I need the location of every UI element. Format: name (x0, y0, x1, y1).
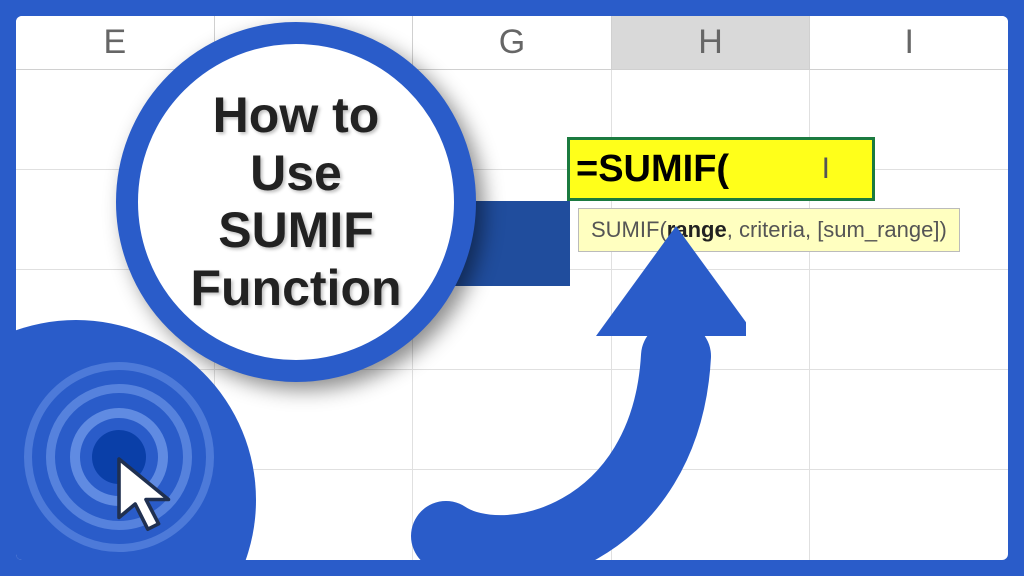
formula-text: =SUMIF( (576, 148, 729, 191)
cell[interactable] (810, 270, 1008, 370)
column-header-g[interactable]: G (413, 16, 612, 69)
tooltip-param-range[interactable]: range (667, 217, 727, 242)
function-tooltip: SUMIF(range, criteria, [sum_range]) (578, 208, 960, 252)
cell[interactable] (612, 470, 811, 560)
column-header-i[interactable]: I (810, 16, 1008, 69)
text-cursor-icon: I (822, 152, 830, 186)
cell[interactable] (612, 270, 811, 370)
tooltip-close-paren: ) (939, 217, 946, 242)
tooltip-sep: , (805, 217, 817, 242)
cell[interactable] (810, 470, 1008, 560)
tooltip-sep: , (727, 217, 739, 242)
cell[interactable] (413, 370, 612, 470)
tooltip-param-criteria[interactable]: criteria (739, 217, 805, 242)
cell[interactable] (810, 370, 1008, 470)
column-header-row: E F G H I (16, 16, 1008, 70)
tooltip-open-paren: ( (659, 217, 666, 242)
cursor-arrow-icon (101, 450, 191, 540)
tooltip-function-name[interactable]: SUMIF (591, 217, 659, 242)
cell[interactable] (413, 470, 612, 560)
title-line-2: SUMIF (218, 202, 374, 258)
cell[interactable] (612, 370, 811, 470)
tooltip-param-sum-range[interactable]: [sum_range] (817, 217, 939, 242)
formula-edit-cell[interactable]: =SUMIF( I (567, 137, 875, 201)
title-badge: How to Use SUMIF Function (116, 22, 476, 382)
title-line-3: Function (190, 260, 401, 316)
column-header-h[interactable]: H (612, 16, 811, 69)
title-line-1: How to Use (213, 87, 380, 201)
title-text: How to Use SUMIF Function (168, 87, 424, 317)
thumbnail-frame: E F G H I (16, 16, 1008, 560)
